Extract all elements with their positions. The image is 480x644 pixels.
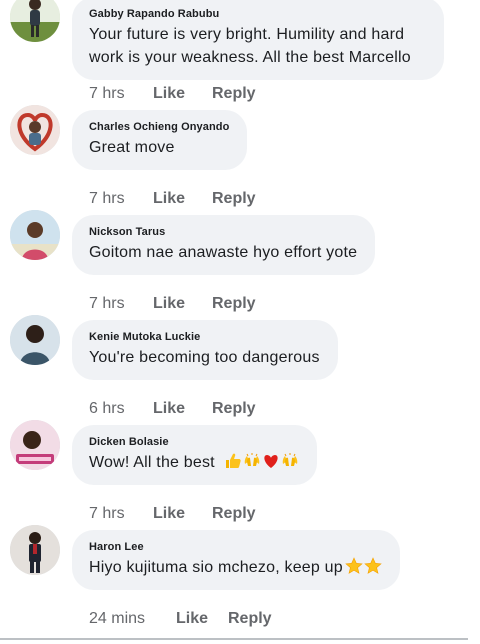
comment-actions: 7 hrs Like Reply xyxy=(89,505,256,523)
comment-bubble: Nickson Tarus Goitom nae anawaste hyo ef… xyxy=(72,215,376,275)
avatar[interactable] xyxy=(10,0,60,42)
thumbs-up-icon xyxy=(224,452,242,470)
comment-author[interactable]: Haron Lee xyxy=(89,540,382,554)
like-button[interactable]: Like xyxy=(153,295,212,313)
comment-actions: 7 hrs Like Reply xyxy=(89,295,256,313)
person-photo-icon xyxy=(10,0,60,42)
comment-actions: 7 hrs Like Reply xyxy=(89,85,256,103)
star-icon xyxy=(364,557,382,575)
comment: Haron Lee Hiyo kujituma sio mchezo, keep… xyxy=(0,522,480,627)
avatar[interactable] xyxy=(10,105,60,155)
comment-text-body: Hiyo kujituma sio mchezo, keep up xyxy=(89,559,343,576)
bottom-divider xyxy=(0,638,468,640)
person-photo-icon xyxy=(10,315,60,365)
comment-actions: 6 hrs Like Reply xyxy=(89,400,256,418)
comment-bubble: Kenie Mutoka Luckie You're becoming too … xyxy=(72,320,338,380)
reply-button[interactable]: Reply xyxy=(228,610,272,628)
comment-bubble: Gabby Rapando Rabubu Your future is very… xyxy=(72,0,444,80)
person-photo-icon xyxy=(10,420,60,470)
avatar[interactable] xyxy=(10,420,60,470)
reply-button[interactable]: Reply xyxy=(212,295,256,313)
comment-author[interactable]: Dicken Bolasie xyxy=(89,435,299,449)
comment: Kenie Mutoka Luckie You're becoming too … xyxy=(0,312,480,417)
star-icon xyxy=(345,557,363,575)
comment-text: Hiyo kujituma sio mchezo, keep up xyxy=(89,556,382,579)
comment-author[interactable]: Charles Ochieng Onyando xyxy=(89,120,229,134)
comment-text: Wow! All the best xyxy=(89,451,299,474)
person-photo-icon xyxy=(10,210,60,260)
comment: Dicken Bolasie Wow! All the best 7 hrs L… xyxy=(0,417,480,522)
comment-bubble: Haron Lee Hiyo kujituma sio mchezo, keep… xyxy=(72,530,400,590)
comment-timestamp[interactable]: 7 hrs xyxy=(89,190,153,208)
comment-timestamp[interactable]: 6 hrs xyxy=(89,400,153,418)
comment-timestamp[interactable]: 7 hrs xyxy=(89,295,153,313)
comment-text: Great move xyxy=(89,139,175,156)
like-button[interactable]: Like xyxy=(176,610,228,628)
avatar[interactable] xyxy=(10,525,60,575)
comment-text: Your future is very bright. Humility and… xyxy=(89,26,411,66)
comment: Gabby Rapando Rabubu Your future is very… xyxy=(0,0,480,102)
comment-text-body: Wow! All the best xyxy=(89,454,215,471)
person-photo-icon xyxy=(10,525,60,575)
comment-actions: 7 hrs Like Reply xyxy=(89,190,256,208)
comment-text: You're becoming too dangerous xyxy=(89,349,320,366)
reply-button[interactable]: Reply xyxy=(212,505,256,523)
comment: Nickson Tarus Goitom nae anawaste hyo ef… xyxy=(0,207,480,312)
comment-bubble: Charles Ochieng Onyando Great move xyxy=(72,110,248,170)
red-heart-icon xyxy=(262,452,280,470)
comment-list: Gabby Rapando Rabubu Your future is very… xyxy=(0,0,480,627)
comment-bubble: Dicken Bolasie Wow! All the best xyxy=(72,425,317,485)
comment-timestamp[interactable]: 7 hrs xyxy=(89,85,153,103)
like-button[interactable]: Like xyxy=(153,85,212,103)
like-button[interactable]: Like xyxy=(153,400,212,418)
comment-timestamp[interactable]: 24 mins xyxy=(89,610,176,628)
comment-author[interactable]: Kenie Mutoka Luckie xyxy=(89,330,320,344)
comment-text: Goitom nae anawaste hyo effort yote xyxy=(89,244,358,261)
person-photo-icon xyxy=(10,105,60,155)
raising-hands-icon xyxy=(281,452,299,470)
comment-author[interactable]: Nickson Tarus xyxy=(89,225,357,239)
comment-actions: 24 mins Like Reply xyxy=(89,610,272,628)
reply-button[interactable]: Reply xyxy=(212,85,256,103)
raising-hands-icon xyxy=(243,452,261,470)
reply-button[interactable]: Reply xyxy=(212,400,256,418)
like-button[interactable]: Like xyxy=(153,190,212,208)
avatar[interactable] xyxy=(10,315,60,365)
avatar[interactable] xyxy=(10,210,60,260)
reply-button[interactable]: Reply xyxy=(212,190,256,208)
comment-timestamp[interactable]: 7 hrs xyxy=(89,505,153,523)
like-button[interactable]: Like xyxy=(153,505,212,523)
comment-author[interactable]: Gabby Rapando Rabubu xyxy=(89,7,426,21)
comment: Charles Ochieng Onyando Great move 7 hrs… xyxy=(0,102,480,207)
